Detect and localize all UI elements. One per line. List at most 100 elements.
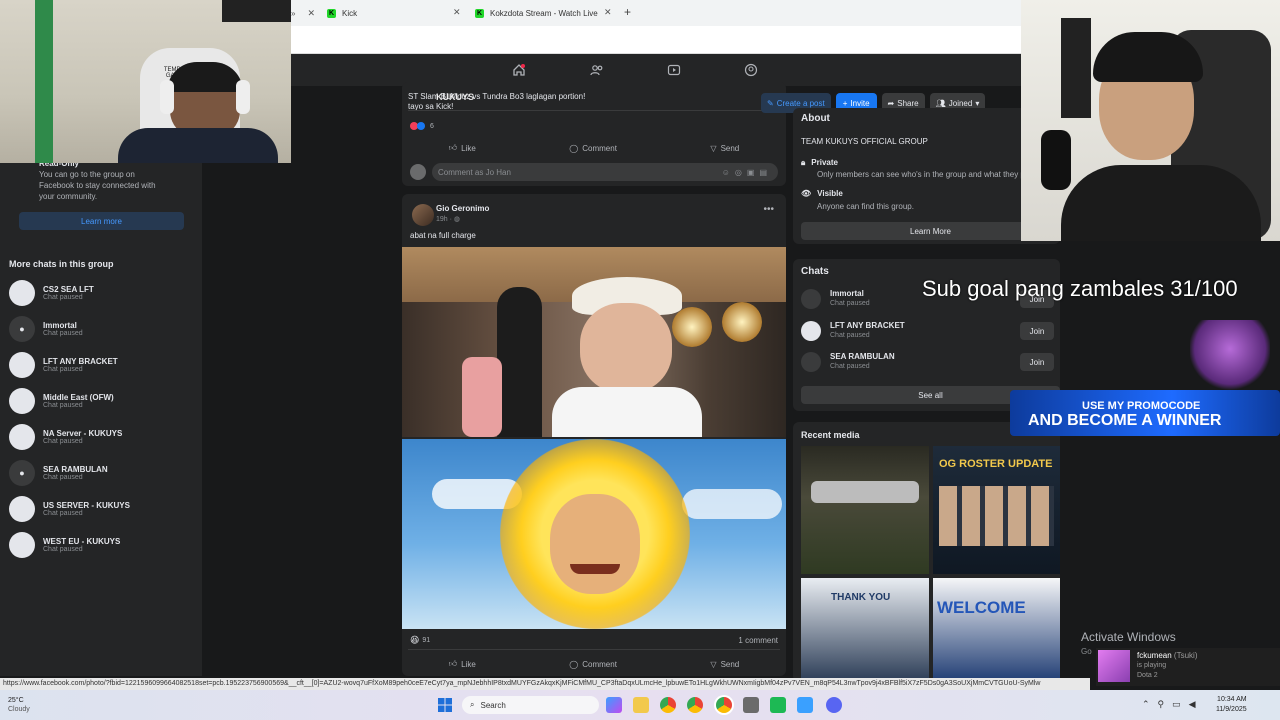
haha-icon: 😆︎ xyxy=(410,635,420,645)
app-icon[interactable] xyxy=(770,697,786,713)
roster-faces xyxy=(939,486,1054,546)
watch-icon[interactable] xyxy=(667,63,681,77)
media-thumb[interactable]: OG ROSTER UPDATE xyxy=(933,446,1060,574)
post-text: ST Slam BLMouz vs Tundra Bo3 laglagan po… xyxy=(408,92,586,101)
chat-list-item[interactable]: LFT ANY BRACKET Chat paused xyxy=(9,350,189,380)
chat-list-item[interactable]: ● Immortal Chat paused xyxy=(9,314,189,344)
media-label: OG ROSTER UPDATE xyxy=(939,458,1053,470)
learn-more-button[interactable]: Learn more xyxy=(19,212,184,230)
chat-status: Chat paused xyxy=(43,402,83,409)
post-time: 19h · ◍ xyxy=(436,216,461,223)
close-tab-icon[interactable]: ✕ xyxy=(453,7,461,18)
chat-status: Chat paused xyxy=(830,363,870,370)
comment-button[interactable]: ◯ Comment xyxy=(569,660,617,669)
about-title: About xyxy=(801,113,830,124)
new-tab-button[interactable]: + xyxy=(624,5,631,19)
chrome-icon[interactable] xyxy=(660,697,676,713)
person-figure xyxy=(497,287,542,437)
like-button[interactable]: 👍︎ Like xyxy=(449,143,476,153)
chat-status: Chat paused xyxy=(43,294,83,301)
smile xyxy=(570,564,620,574)
chat-status: Chat paused xyxy=(43,366,83,373)
shelf xyxy=(1061,18,1091,118)
friends-icon[interactable] xyxy=(590,63,604,77)
media-label: WELCOME xyxy=(937,598,1026,617)
discord-icon[interactable] xyxy=(826,697,842,713)
post-photo[interactable] xyxy=(402,247,786,437)
chat-status: Chat paused xyxy=(830,332,870,339)
clock[interactable]: 10:34 AM 11/9/2025 xyxy=(1216,695,1247,715)
shirt xyxy=(118,128,278,163)
post-photo[interactable] xyxy=(402,439,786,629)
groups-icon[interactable] xyxy=(744,63,758,77)
chat-list-item[interactable]: WEST EU - KUKUYS Chat paused xyxy=(9,530,189,560)
address-bar[interactable] xyxy=(291,26,1021,54)
file-explorer-icon[interactable] xyxy=(633,697,649,713)
group-icon: 👥︎ xyxy=(935,98,946,108)
chat-status: Chat paused xyxy=(43,330,83,337)
join-button[interactable]: Join xyxy=(1020,322,1054,340)
post-author[interactable]: Gio Geronimo xyxy=(436,204,489,213)
chat-list-item[interactable]: LFT ANY BRACKET Chat paused Join xyxy=(801,319,1060,343)
reactions[interactable]: 6 xyxy=(410,122,434,130)
cloud xyxy=(682,489,782,519)
notif-playing: is playing xyxy=(1137,662,1167,669)
media-thumb[interactable]: WELCOME xyxy=(933,578,1060,682)
post-actions: 👍︎ Like ◯ Comment ▽ Send xyxy=(402,652,786,676)
share-icon: ➦ xyxy=(887,98,895,108)
face xyxy=(550,494,640,594)
close-tab-icon[interactable]: ✕ xyxy=(604,7,612,18)
recent-media-box: Recent media OG ROSTER UPDATE THANK YOU … xyxy=(793,422,1060,682)
taskbar-search[interactable]: ⌕ Search xyxy=(462,696,599,714)
chat-list-item[interactable]: NA Server - KUKUYS Chat paused xyxy=(9,422,189,452)
weather-widget[interactable]: 25°C Cloudy xyxy=(8,696,30,714)
comment-tools-icon[interactable]: ☺◎▣▤ xyxy=(722,168,772,177)
chat-list-item[interactable]: CS2 SEA LFT Chat paused xyxy=(9,278,189,308)
chat-bubble-icon xyxy=(801,321,821,341)
join-button[interactable]: Join xyxy=(1020,353,1054,371)
webcam-left: TEMPEST GAMING xyxy=(0,0,291,163)
lamp xyxy=(672,307,712,347)
chat-status: Chat paused xyxy=(43,546,83,553)
weather-desc: Cloudy xyxy=(8,706,30,713)
media-thumb[interactable]: THANK YOU xyxy=(801,578,929,682)
chrome-active-icon[interactable] xyxy=(716,697,732,713)
chrome-icon[interactable] xyxy=(687,697,703,713)
comment-button[interactable]: ◯ Comment xyxy=(569,144,617,153)
taskbar: 25°C Cloudy ⌕ Search ⌃⚲▭◀ 10:34 AM 11/9/2… xyxy=(0,690,1280,720)
microphone xyxy=(1041,130,1071,190)
avatar[interactable] xyxy=(412,204,434,226)
home-icon[interactable] xyxy=(512,63,526,77)
more-options-icon[interactable]: ••• xyxy=(763,204,774,215)
tab-kick[interactable]: K Kick xyxy=(327,4,357,22)
comment-input[interactable]: Comment as Jo Han ☺◎▣▤ xyxy=(432,163,778,181)
shirt xyxy=(552,387,702,437)
visible-desc: Anyone can find this group. xyxy=(817,202,914,211)
like-button[interactable]: 👍︎ Like xyxy=(449,659,476,669)
tab-kokzdota[interactable]: K Kokzdota Stream - Watch Live xyxy=(475,4,598,22)
comment-icon: ◯ xyxy=(569,659,579,669)
chat-name: LFT ANY BRACKET xyxy=(830,321,905,330)
send-button[interactable]: ▽ Send xyxy=(710,660,739,669)
app-icon[interactable] xyxy=(797,697,813,713)
headphones xyxy=(160,80,174,114)
avatar xyxy=(9,496,35,522)
reactions[interactable]: 😆︎ 91 xyxy=(410,635,430,646)
chat-status: Chat paused xyxy=(43,474,83,481)
app-icon[interactable] xyxy=(743,697,759,713)
copilot-icon[interactable] xyxy=(606,697,622,713)
chevron-down-icon: ▾ xyxy=(975,98,980,108)
close-tab-icon[interactable]: ✕ xyxy=(307,8,315,19)
chat-bubble-icon xyxy=(801,289,821,309)
green-banner xyxy=(35,0,53,163)
send-button[interactable]: ▽ Send xyxy=(710,144,739,153)
tab-partial[interactable]: » ✕ xyxy=(291,4,315,22)
system-tray-icons[interactable]: ⌃⚲▭◀ xyxy=(1142,699,1204,710)
chat-list-item[interactable]: US SERVER - KUKUYS Chat paused xyxy=(9,494,189,524)
chat-list-item[interactable]: ● SEA RAMBULAN Chat paused xyxy=(9,458,189,488)
media-thumb[interactable] xyxy=(801,446,929,574)
chat-list-item[interactable]: Middle East (OFW) Chat paused xyxy=(9,386,189,416)
chat-list-item[interactable]: SEA RAMBULAN Chat paused Join xyxy=(801,350,1060,374)
windows-start-icon[interactable] xyxy=(438,698,452,712)
comment-count[interactable]: 1 comment xyxy=(738,636,778,645)
